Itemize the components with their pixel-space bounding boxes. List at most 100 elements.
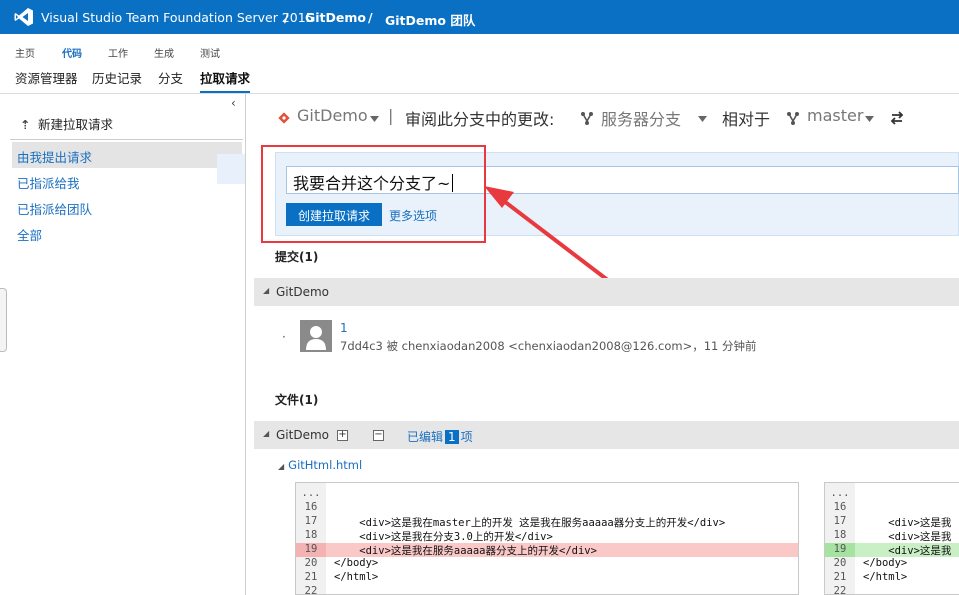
file-name: GitHtml.html (288, 458, 363, 472)
edited-summary[interactable]: 已编辑 1 项 (407, 428, 473, 445)
line-number: 20 (825, 557, 855, 571)
hub-pull-requests[interactable]: 拉取请求 (200, 68, 251, 94)
commits-repo-band[interactable]: ◢ GitDemo (254, 278, 959, 306)
line-number: 17 (825, 515, 855, 529)
code-text: <div>这是我 (863, 517, 952, 529)
avatar (300, 320, 332, 352)
line-number: 21 (296, 571, 326, 585)
branch-icon (787, 112, 799, 125)
project-link[interactable]: GitDemo (305, 10, 366, 25)
hub-tab-work[interactable]: 工作 (108, 45, 128, 60)
code-text: <div>这是我 (863, 545, 952, 557)
nav-item-created-by-me[interactable]: 由我提出请求 (12, 142, 242, 168)
new-pull-request-icon: ⇡ (20, 117, 31, 132)
line-number: 18 (296, 529, 326, 543)
expand-triangle-icon[interactable]: ◢ (263, 429, 269, 438)
diff-line: 19 <div>这是我 (825, 543, 959, 557)
code-text: <div>这是我在分支3.0上的开发</div> (334, 531, 553, 543)
header-divider: | (388, 106, 394, 125)
annotation-highlight-box (261, 145, 486, 243)
diff-line: ... (296, 487, 798, 501)
diff-line: 19 <div>这是我在服务aaaaa器分支上的开发</div> (296, 543, 798, 557)
diff-right-pane[interactable]: ... 16 17 <div>这是我 18 <div>这是我 19 <div>这是我 20… (824, 482, 959, 595)
edited-prefix: 已编辑 (407, 430, 444, 444)
line-number: 21 (825, 571, 855, 585)
diff-line: 22 (296, 585, 798, 594)
nav-item-all[interactable]: 全部 (12, 220, 242, 246)
review-changes-text: 审阅此分支中的更改: (405, 110, 555, 129)
files-repo-label: GitDemo (276, 428, 329, 442)
diff-line: 18 <div>这是我 (825, 529, 959, 543)
visual-studio-logo-icon[interactable] (14, 7, 34, 27)
ghost-icon (217, 154, 245, 184)
hub-tab-build[interactable]: 生成 (154, 45, 174, 60)
diff-line: 21 </html> (296, 571, 798, 585)
team-link[interactable]: GitDemo 团队 (385, 10, 475, 29)
target-branch-selector[interactable]: master (807, 106, 863, 132)
commit-message-link[interactable]: 1 (340, 321, 348, 335)
code-text: </html> (334, 571, 379, 583)
files-repo-band: ◢ GitDemo (254, 421, 959, 449)
line-number: ... (296, 487, 326, 501)
top-bar: Visual Studio Team Foundation Server 201… (0, 0, 959, 34)
expand-all-icon[interactable]: + (337, 430, 348, 441)
file-link[interactable]: ◢ GitHtml.html (278, 458, 362, 472)
code-text: <div>这是我在master上的开发 这是我在服务aaaaa器分支上的开发</… (334, 517, 726, 529)
diff-line: 20 </body> (825, 557, 959, 571)
chevron-down-icon[interactable] (698, 116, 707, 122)
user-icon (306, 326, 326, 350)
line-number: 19 (825, 543, 855, 557)
side-panel-handle[interactable] (0, 288, 7, 352)
edited-suffix: 项 (460, 430, 473, 444)
swap-branches-icon[interactable] (889, 110, 905, 126)
new-pull-request-button[interactable]: ⇡ 新建拉取请求 (20, 114, 113, 133)
diff-line: 17 <div>这是我在master上的开发 这是我在服务aaaaa器分支上的开… (296, 515, 798, 529)
hub-tab-test[interactable]: 测试 (200, 45, 220, 60)
line-number: 18 (825, 529, 855, 543)
chevron-down-icon[interactable] (865, 116, 874, 122)
repo-selector[interactable]: GitDemo (297, 106, 368, 132)
diff-line: 17 <div>这是我 (825, 515, 959, 529)
hub-history[interactable]: 历史记录 (92, 68, 142, 87)
collapse-pane-icon[interactable]: ‹ (231, 96, 236, 110)
hub-branches[interactable]: 分支 (158, 68, 183, 87)
edited-count-badge: 1 (445, 430, 459, 444)
hub-explorer[interactable]: 资源管理器 (15, 68, 78, 87)
expand-triangle-icon[interactable]: ◢ (263, 286, 269, 295)
diff-line: 16 (825, 501, 959, 515)
line-number: 17 (296, 515, 326, 529)
product-name-link[interactable]: Visual Studio Team Foundation Server 201… (41, 10, 314, 25)
line-number: 22 (296, 585, 326, 594)
code-text: <div>这是我在服务aaaaa器分支上的开发</div> (334, 545, 597, 557)
line-number: 16 (296, 501, 326, 515)
collapse-all-icon[interactable]: − (373, 430, 384, 441)
git-repo-icon (278, 112, 290, 124)
diff-line: ... (825, 487, 959, 501)
line-number: ... (825, 487, 855, 501)
hub-tab-code[interactable]: 代码 (62, 45, 82, 60)
diff-line: 20 </body> (296, 557, 798, 571)
nav-item-assigned-to-me[interactable]: 已指派给我 (12, 168, 242, 194)
nav-item-assigned-to-team[interactable]: 已指派给团队 (12, 194, 242, 220)
branch-icon (581, 112, 593, 125)
commits-heading: 提交(1) (275, 250, 319, 264)
diff-line: 18 <div>这是我在分支3.0上的开发</div> (296, 529, 798, 543)
files-heading: 文件(1) (275, 393, 319, 407)
expand-triangle-icon[interactable]: ◢ (278, 462, 284, 471)
code-text: </body> (863, 557, 908, 569)
diff-line: 16 (296, 501, 798, 515)
line-number: 20 (296, 557, 326, 571)
diff-line: 21 </html> (825, 571, 959, 585)
left-divider (10, 139, 243, 140)
hub-tab-home[interactable]: 主页 (15, 45, 35, 60)
new-pull-request-label: 新建拉取请求 (37, 117, 113, 132)
breadcrumb-separator: / (284, 10, 289, 25)
diff-left-pane[interactable]: ... 16 17 <div>这是我在master上的开发 这是我在服务aaaaa器… (295, 482, 799, 595)
line-number: 16 (825, 501, 855, 515)
source-branch-selector[interactable]: 服务器分支 (601, 106, 681, 132)
line-number: 19 (296, 543, 326, 557)
line-number: 22 (825, 585, 855, 594)
commits-repo-label: GitDemo (276, 285, 329, 299)
chevron-down-icon[interactable] (370, 116, 379, 122)
relative-to-text: 相对于 (722, 110, 771, 129)
